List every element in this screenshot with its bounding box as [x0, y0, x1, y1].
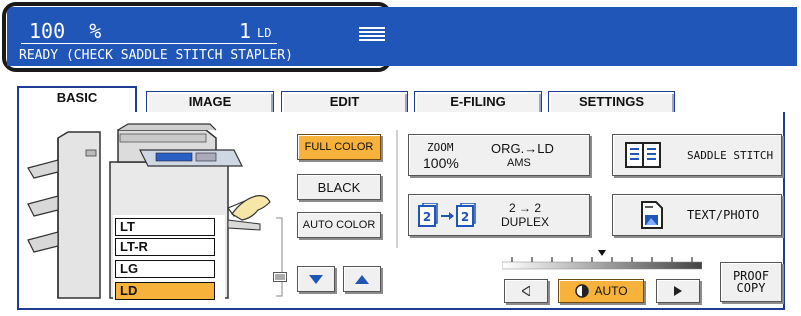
zoom-readout: 100 % [29, 19, 102, 43]
darker-arrow-icon [674, 286, 682, 296]
full-color-button[interactable]: FULL COLOR [297, 134, 381, 160]
status-panel: 100 % 1 LD READY (CHECK SADDLE STITCH ST… [7, 7, 393, 66]
tray-lt-r[interactable]: LT-R [115, 238, 215, 256]
original-to-paper: ORG.→LD [491, 141, 554, 156]
duplex-icon: 2 2 [418, 203, 476, 227]
zoom-label: ZOOM [427, 141, 454, 154]
copy-quantity: 1 [238, 19, 251, 43]
svg-text:2: 2 [461, 210, 469, 224]
tray-lg[interactable]: LG [115, 260, 215, 278]
auto-density-button[interactable]: AUTO [558, 279, 644, 303]
tab-settings[interactable]: SETTINGS [548, 91, 675, 113]
auto-density-label: AUTO [594, 284, 628, 298]
tab-image[interactable]: IMAGE [146, 91, 274, 113]
tab-edit[interactable]: EDIT [281, 91, 408, 113]
darker-button[interactable] [656, 279, 700, 303]
tray-lt[interactable]: LT [115, 218, 215, 236]
scroll-up-button[interactable] [343, 266, 381, 292]
auto-color-button[interactable]: AUTO COLOR [297, 212, 381, 238]
saddle-stitch-button[interactable]: SADDLE STITCH [612, 134, 782, 176]
status-divider [21, 43, 277, 44]
density-scale [502, 257, 702, 270]
svg-text:2: 2 [423, 210, 431, 224]
status-bar-extension [392, 7, 797, 66]
divider [396, 130, 398, 248]
duplex-label: DUPLEX [501, 215, 550, 229]
status-message: READY (CHECK SADDLE STITCH STAPLER) [19, 48, 293, 63]
tab-e-filing[interactable]: E-FILING [414, 91, 542, 113]
copy-label: COPY [736, 281, 766, 295]
zoom-value: 100% [423, 155, 459, 171]
zoom-button[interactable]: ZOOM 100% ORG.→LD AMS [408, 134, 590, 176]
tab-basic[interactable]: BASIC [17, 86, 137, 114]
book-icon [625, 142, 661, 168]
duplex-mode: 2 → 2 [509, 201, 542, 215]
paper-size-readout: LD [257, 26, 272, 40]
auto-density-icon [575, 284, 590, 298]
text-photo-button[interactable]: TEXT/PHOTO [612, 194, 782, 236]
arrow-up-icon [355, 274, 369, 284]
saddle-stitch-label: SADDLE STITCH [687, 148, 774, 162]
density-level-marker [598, 250, 606, 256]
proof-copy-button[interactable]: PROOF COPY [720, 262, 782, 302]
tray-list-icon [273, 272, 287, 282]
ams-mode-label: AMS [507, 157, 531, 169]
duplex-button[interactable]: 2 2 2 → 2 DUPLEX [408, 194, 590, 236]
stack-icon [359, 27, 385, 41]
tray-ld[interactable]: LD [115, 282, 215, 300]
arrow-down-icon [309, 274, 323, 284]
lighter-button[interactable] [504, 279, 548, 303]
black-button[interactable]: BLACK [297, 174, 381, 200]
scroll-down-button[interactable] [297, 266, 335, 292]
lighter-arrow-icon [522, 286, 530, 296]
text-photo-icon [641, 201, 663, 229]
text-photo-label: TEXT/PHOTO [687, 208, 760, 222]
